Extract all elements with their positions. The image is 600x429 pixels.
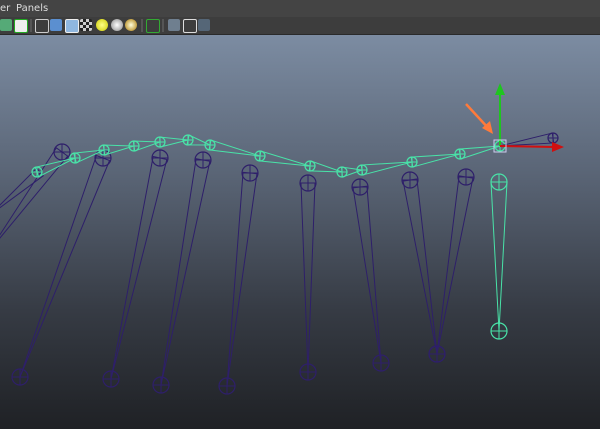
bone (208, 139, 261, 157)
x-axis-handle (499, 145, 556, 148)
isolate-select-icon[interactable] (146, 19, 160, 33)
wireframe-cube-icon[interactable] (35, 19, 49, 33)
separator (30, 19, 32, 32)
bone (110, 155, 168, 380)
shade-wireframe-icon[interactable] (65, 19, 79, 33)
default-light-icon[interactable] (96, 19, 108, 31)
text-icon[interactable] (14, 19, 28, 33)
bone (410, 153, 461, 168)
joint-display-icon[interactable] (198, 19, 210, 31)
panel-toolbar (0, 17, 600, 35)
xray-icon[interactable] (168, 19, 180, 31)
bone (490, 181, 508, 332)
textured-icon[interactable] (80, 19, 92, 31)
separator (141, 19, 143, 32)
menu-panels[interactable]: Panels (16, 0, 48, 17)
bone (360, 161, 413, 176)
bone (0, 147, 69, 239)
bone (352, 185, 382, 364)
bone (499, 132, 555, 147)
x-axis-arrow (552, 142, 564, 152)
smooth-shade-icon[interactable] (50, 19, 62, 31)
bone (300, 182, 316, 373)
uv-icon[interactable] (0, 19, 12, 31)
all-lights-icon[interactable] (111, 19, 123, 31)
bone (258, 150, 311, 167)
menu-bar: er Panels (0, 0, 600, 17)
bone (160, 158, 211, 386)
3d-viewport[interactable] (0, 35, 600, 429)
bone (436, 175, 474, 355)
bone (402, 178, 438, 355)
shadow-icon[interactable] (125, 19, 137, 31)
xray-joints-icon[interactable] (183, 19, 197, 33)
bone (226, 171, 258, 387)
separator (162, 19, 164, 32)
skeleton-scene (0, 83, 564, 395)
bone (19, 154, 111, 378)
menu-renderer[interactable]: er (0, 0, 10, 17)
y-axis-arrow (495, 83, 505, 95)
